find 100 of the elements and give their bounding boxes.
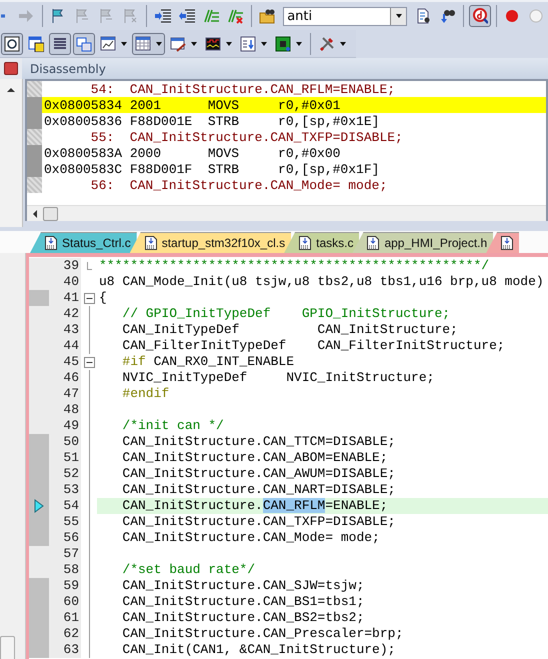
line-number: 59 [62,578,80,594]
file-tab[interactable]: startup_stm32f10x_cl.s [130,232,292,253]
document-icon [501,236,514,250]
code-line: CAN_InitStructure.CAN_SJW=tsjw; [121,578,366,594]
tab-label: app_HMI_Project.h [384,236,488,250]
collapse-icon[interactable] [84,292,94,304]
line-number: 54 [62,498,80,514]
line-number: 60 [62,594,80,610]
line-number: 45 [62,354,80,370]
waveform-icon [205,36,221,52]
operands: r0,#0x00 [278,146,340,160]
window-icon [28,36,44,52]
code-line: CAN_InitStructure.CAN_AWUM=DISABLE; [121,466,396,482]
code-line: CAN_InitStructure.CAN_BS2=tbs2; [121,610,366,626]
code-line: NVIC_InitTypeDef NVIC_InitStructure; [121,370,436,386]
source-code: CAN_InitStructure.CAN_TXFP=DISABLE; [130,130,403,144]
operands: r0,[sp,#0x1F] [278,162,380,176]
grid-icon [135,36,151,52]
search-combo[interactable]: anti [283,6,408,26]
mnemonic: MOVS [208,146,240,160]
code-line: CAN_InitStructure.CAN_TTCM=DISABLE; [121,434,396,450]
search-input[interactable]: anti [284,8,390,24]
gutter-marker [27,177,42,193]
line-number: 48 [62,402,80,418]
operands: r0,#0x01 [278,98,340,112]
file-tab[interactable]: tasks.c [284,232,360,253]
opcode: F88D001F [130,162,194,176]
source-line-number: 54: [90,82,116,96]
line-number: 53 [62,482,80,498]
line-number: 44 [62,338,80,354]
line-number: 47 [62,386,80,402]
line-number: 39 [62,258,80,274]
code-line: #endif [121,386,170,402]
line-number: 62 [62,626,80,642]
unindent-icon [178,8,195,24]
line-number: 56 [62,530,80,546]
flag-icon [74,8,90,24]
collapse-icon[interactable] [84,356,94,368]
scrollbar-thumb[interactable] [0,636,15,659]
scrollbar-thumb[interactable] [43,206,58,220]
code-line: /*set baud rate*/ [121,562,256,578]
record-icon [504,8,520,24]
operands: r0,[sp,#0x1E] [278,114,380,128]
window-chart-icon [100,36,116,52]
line-number: 55 [62,514,80,530]
binoculars-icon [439,8,456,24]
mnemonic: STRB [208,114,240,128]
document-icon [299,236,312,250]
line-number: 61 [62,610,80,626]
document-icon [45,236,57,250]
line-number: 46 [62,370,80,386]
gutter-marker [27,145,42,161]
document-search-icon [415,8,432,24]
uncomment-icon [226,8,243,24]
gutter-marker [27,113,42,129]
toolbar-button[interactable] [132,32,165,54]
code-line: CAN_InitStructure.CAN_TXFP=DISABLE; [121,514,396,530]
tab-label: startup_stm32f10x_cl.s [162,236,286,250]
toolbar-button[interactable] [49,32,71,54]
code-line: *************************************************/ [98,258,490,274]
folder-icon [259,8,276,24]
panel-title: Disassembly [30,62,106,76]
source-code: CAN_InitStructure.CAN_RFLM=ENABLE; [130,82,396,96]
code-line: CAN_InitTypeDef CAN_InitStructure; [121,322,459,338]
code-line: u8 CAN_Mode_Init(u8 tsjw,u8 tbs2,u8 tbs1,u16 brp,u8 mode) [98,274,545,290]
indent-icon [154,8,171,24]
code-line: { [98,290,108,306]
board-icon [275,36,291,52]
document-icon [367,236,380,250]
gutter-marker [27,97,42,113]
toolbar-button[interactable] [468,5,491,27]
file-tab[interactable]: app_HMI_Project.h [352,232,494,253]
flag-icon [122,8,138,24]
code-line: // GPIO_InitTypeDef GPIO_InitStructure; [121,306,452,322]
code-line: CAN_InitStructure.CAN_Mode= mode; [121,530,381,546]
gutter-marker [27,161,42,177]
code-line: /*init can */ [121,418,225,434]
line-number: 57 [62,546,80,562]
line-number: 58 [62,562,80,578]
current-line-arrow-icon [34,499,44,513]
code-line: CAN_InitStructure.CAN_ABOM=ENABLE; [121,450,389,466]
opcode: 2001 [130,98,162,112]
forward-arrow-icon [18,8,34,24]
source-line-number: 56: [90,178,116,192]
file-tab[interactable]: Status_Ctrl.c [30,232,137,253]
code-line: CAN_InitStructure.CAN_NART=DISABLE; [121,482,396,498]
line-number: 52 [62,466,80,482]
opcode: 2000 [130,146,162,160]
address: 0x0800583A [44,146,124,160]
toolbar-button[interactable] [1,32,23,54]
fold-end-icon [86,262,92,270]
address: 0x08005834 [44,98,124,112]
document-icon [144,236,157,250]
code-line: CAN_InitStructure.CAN_BS1=tbs1; [121,594,366,610]
dropdown-button[interactable] [390,8,406,24]
comment-icon [202,8,219,24]
line-number: 41 [62,290,80,306]
code-line: CAN_InitStructure.CAN_Prescaler=brp; [121,626,404,642]
gutter-marker [27,81,42,97]
source-code: CAN_InitStructure.CAN_Mode= mode; [130,178,388,192]
